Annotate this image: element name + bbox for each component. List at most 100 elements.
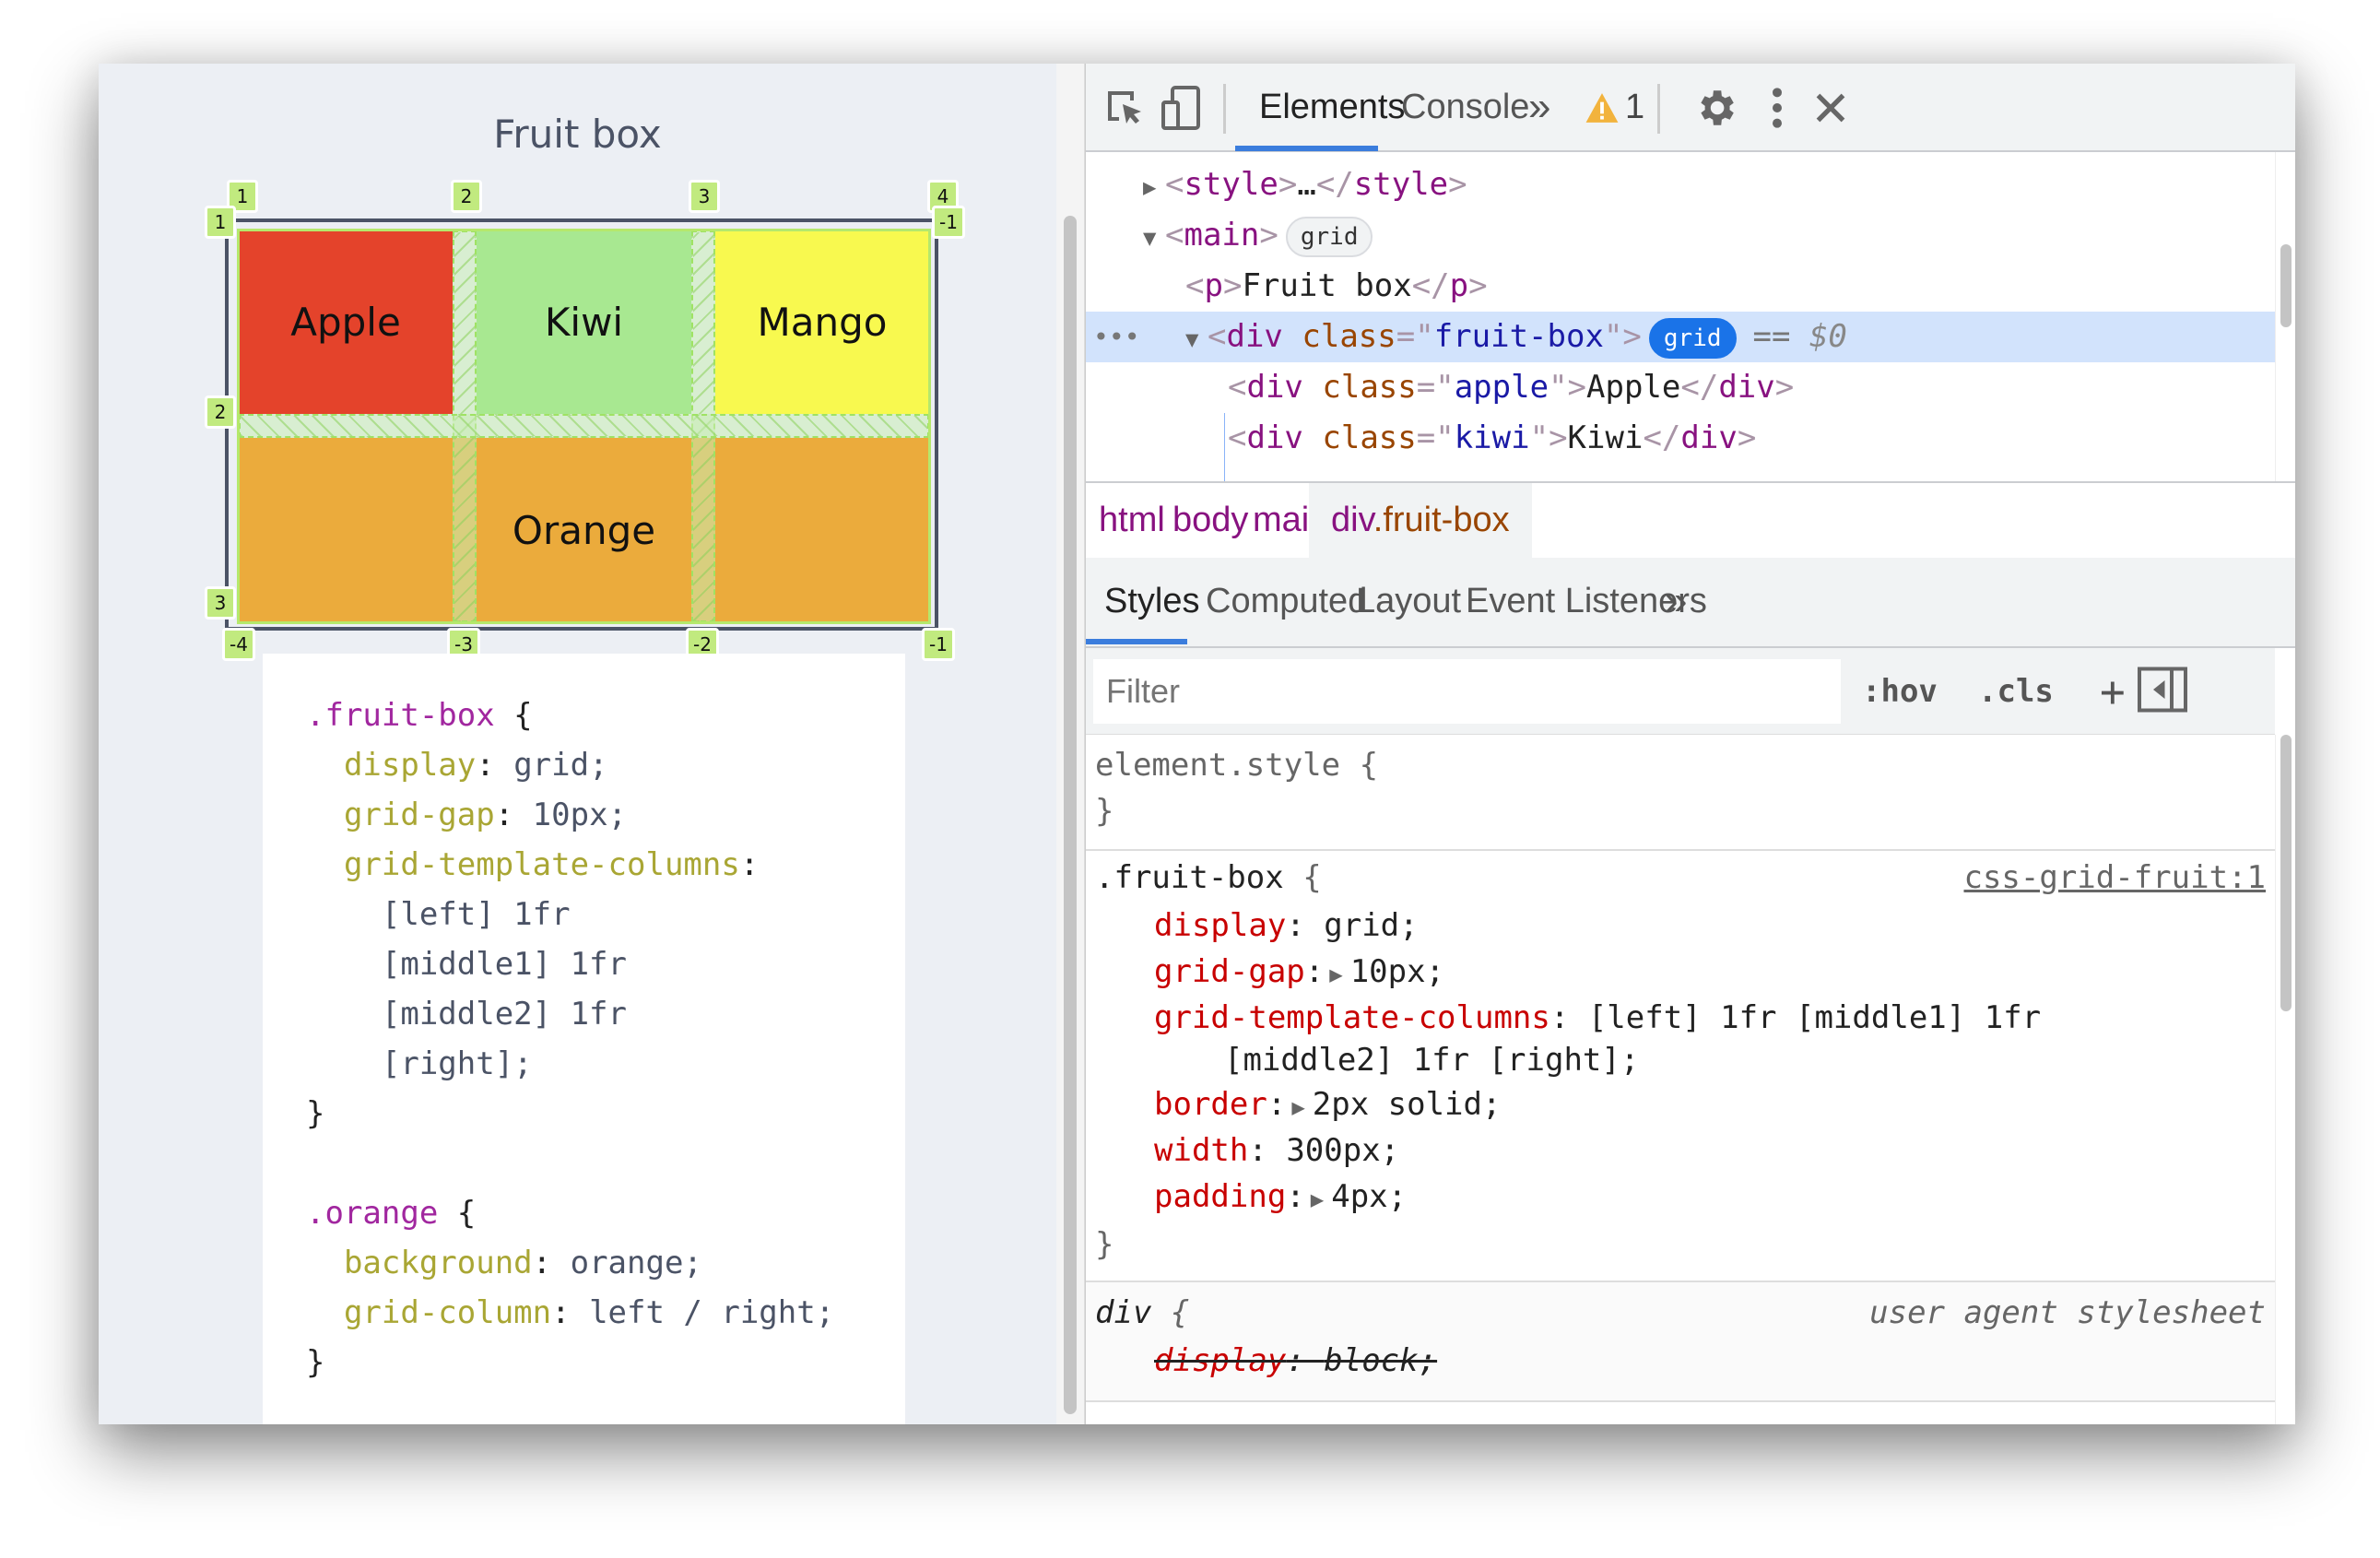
breadcrumb: html body main div.fruit-box bbox=[1086, 481, 2295, 560]
element-style-rule: element.style { } bbox=[1086, 735, 2275, 851]
inspect-element-icon[interactable] bbox=[1099, 82, 1150, 134]
grid-line-label: 2 bbox=[451, 180, 482, 213]
property-value[interactable]: 4px; bbox=[1331, 1178, 1407, 1215]
grid-line-label: -1 bbox=[932, 206, 965, 239]
code-selector: .fruit-box bbox=[306, 697, 495, 734]
mango-label: Mango bbox=[757, 300, 888, 345]
property-value[interactable]: 2px solid; bbox=[1313, 1086, 1502, 1123]
rule-selector[interactable]: element.style { bbox=[1095, 742, 1378, 788]
toolbar-divider bbox=[1223, 84, 1226, 134]
tab-layout[interactable]: Layout bbox=[1356, 558, 1461, 644]
tag-name: style bbox=[1184, 166, 1278, 203]
rule-selector[interactable]: .fruit-box bbox=[1095, 859, 1284, 896]
expand-shorthand-icon[interactable]: ▶ bbox=[1291, 1084, 1304, 1130]
dom-node-fruit-box-selected[interactable]: ••• ▼ <div class="fruit-box"> grid == $0 bbox=[1086, 312, 2275, 362]
more-subtabs-button[interactable]: » bbox=[1665, 558, 1687, 644]
tab-elements[interactable]: Elements bbox=[1259, 64, 1405, 150]
attr-value: apple bbox=[1454, 369, 1549, 406]
page-scrollbar-thumb[interactable] bbox=[1064, 216, 1077, 1414]
tag-name: p bbox=[1204, 267, 1223, 304]
property-name[interactable]: grid-gap bbox=[1154, 953, 1305, 990]
dom-node-apple[interactable]: <div class="apple">Apple</div> bbox=[1086, 362, 2275, 413]
warning-count[interactable]: 1 bbox=[1625, 64, 1644, 150]
dom-node-style[interactable]: ▶ <style>…</style> bbox=[1086, 159, 2275, 210]
dom-node-kiwi[interactable]: <div class="kiwi">Kiwi</div> bbox=[1086, 413, 2275, 464]
property-value[interactable]: [left] 1fr [middle1] 1fr bbox=[1588, 999, 2041, 1036]
hov-toggle[interactable]: :hov bbox=[1862, 659, 1938, 724]
code-value: [middle2] 1fr bbox=[381, 996, 627, 1033]
dom-tree-scrollbar[interactable] bbox=[2275, 152, 2295, 481]
expand-triangle-icon[interactable]: ▶ bbox=[1143, 162, 1165, 213]
selected-equals: == bbox=[1752, 318, 1791, 355]
breadcrumb-html[interactable]: html bbox=[1099, 483, 1165, 558]
devtools-panel: Elements Console » 1 ▶ <style>…</style> ▼… bbox=[1085, 64, 2295, 1424]
style-declaration[interactable]: border: ▶ 2px solid; bbox=[1154, 1081, 1501, 1127]
property-name[interactable]: padding bbox=[1154, 1178, 1286, 1215]
collapse-triangle-icon[interactable]: ▼ bbox=[1143, 213, 1165, 264]
rule-source-label: user agent stylesheet bbox=[1869, 1294, 2266, 1331]
row-menu-icon[interactable]: ••• bbox=[1093, 312, 1140, 362]
styles-scrollbar[interactable] bbox=[2275, 735, 2295, 1424]
property-name[interactable]: display bbox=[1154, 907, 1286, 944]
fruit-box-rule: .fruit-box { css-grid-fruit:1 display: g… bbox=[1086, 851, 2275, 1282]
rule-source-link[interactable]: css-grid-fruit:1 bbox=[1963, 855, 2266, 901]
tab-computed[interactable]: Computed bbox=[1206, 558, 1367, 644]
style-declaration-continuation[interactable]: [middle2] 1fr [right]; bbox=[1224, 1037, 1639, 1083]
code-prop: display bbox=[343, 747, 477, 784]
toolbar-divider bbox=[1657, 84, 1660, 134]
device-toolbar-icon[interactable] bbox=[1156, 82, 1208, 134]
property-value[interactable]: grid; bbox=[1324, 907, 1418, 944]
code-value: [right]; bbox=[381, 1045, 533, 1082]
grid-badge[interactable]: grid bbox=[1285, 216, 1373, 257]
style-declaration[interactable]: display: grid; bbox=[1154, 903, 1419, 949]
property-value[interactable]: [middle2] 1fr [right]; bbox=[1224, 1042, 1639, 1079]
kebab-menu-icon[interactable] bbox=[1751, 82, 1803, 134]
style-declaration[interactable]: padding: ▶ 4px; bbox=[1154, 1174, 1407, 1220]
gear-icon[interactable] bbox=[1690, 82, 1741, 134]
toggle-sidebar-icon[interactable] bbox=[2137, 667, 2188, 716]
tag-name: div bbox=[1246, 419, 1303, 456]
devtools-toolbar: Elements Console » 1 bbox=[1086, 64, 2295, 152]
code-prop: grid-template-columns bbox=[343, 846, 740, 883]
code-prop: background bbox=[343, 1245, 533, 1281]
styles-filter-input[interactable] bbox=[1093, 659, 1841, 724]
close-icon[interactable] bbox=[1805, 82, 1856, 134]
cls-toggle[interactable]: .cls bbox=[1978, 659, 2054, 724]
styles-scrollbar-thumb[interactable] bbox=[2280, 735, 2292, 1011]
rule-close-brace: } bbox=[1095, 1226, 1114, 1263]
expand-shorthand-icon[interactable]: ▶ bbox=[1329, 951, 1342, 997]
property-value[interactable]: 300px; bbox=[1286, 1132, 1399, 1169]
dom-tree-scrollbar-thumb[interactable] bbox=[2280, 244, 2292, 327]
warning-icon[interactable] bbox=[1584, 82, 1620, 134]
tree-indent-guide bbox=[1224, 413, 1225, 481]
property-name[interactable]: border bbox=[1154, 1086, 1267, 1123]
property-name[interactable]: grid-template-columns bbox=[1154, 999, 1550, 1036]
apple-label: Apple bbox=[290, 300, 401, 345]
code-value: [left] 1fr bbox=[381, 896, 571, 933]
collapse-triangle-icon[interactable]: ▼ bbox=[1185, 314, 1208, 365]
style-declaration[interactable]: width: 300px; bbox=[1154, 1127, 1399, 1174]
tab-console[interactable]: Console bbox=[1401, 64, 1529, 150]
tab-styles[interactable]: Styles bbox=[1104, 558, 1199, 644]
expand-shorthand-icon[interactable]: ▶ bbox=[1311, 1176, 1324, 1222]
dom-node-main[interactable]: ▼ <main> grid bbox=[1086, 210, 2275, 261]
breadcrumb-div-fruit-box[interactable]: div.fruit-box bbox=[1309, 483, 1532, 558]
breadcrumb-body[interactable]: body bbox=[1172, 483, 1248, 558]
rule-close-brace: } bbox=[1095, 793, 1114, 830]
property-value[interactable]: 10px; bbox=[1350, 953, 1444, 990]
style-declaration[interactable]: grid-template-columns: [left] 1fr [middl… bbox=[1154, 995, 2041, 1041]
new-style-rule-button[interactable]: + bbox=[2100, 659, 2126, 724]
style-declaration[interactable]: grid-gap: ▶ 10px; bbox=[1154, 949, 1444, 995]
property-name[interactable]: width bbox=[1154, 1132, 1248, 1169]
page-viewport: Fruit box Apple Kiwi Mango Orange 1 2 3 … bbox=[99, 64, 1056, 1424]
dom-node-p[interactable]: <p>Fruit box</p> bbox=[1086, 261, 2275, 312]
overridden-declaration[interactable]: display: block; bbox=[1154, 1338, 1437, 1384]
grid-badge-active[interactable]: grid bbox=[1648, 317, 1737, 359]
grid-line-label: 3 bbox=[205, 586, 236, 620]
orange-label: Orange bbox=[512, 507, 656, 553]
orange-cell: Orange bbox=[239, 438, 929, 622]
page-scrollbar[interactable] bbox=[1056, 64, 1085, 1424]
more-tabs-button[interactable]: » bbox=[1528, 64, 1550, 150]
tag-name: main bbox=[1184, 217, 1260, 254]
grid-line-label: 2 bbox=[205, 395, 236, 429]
